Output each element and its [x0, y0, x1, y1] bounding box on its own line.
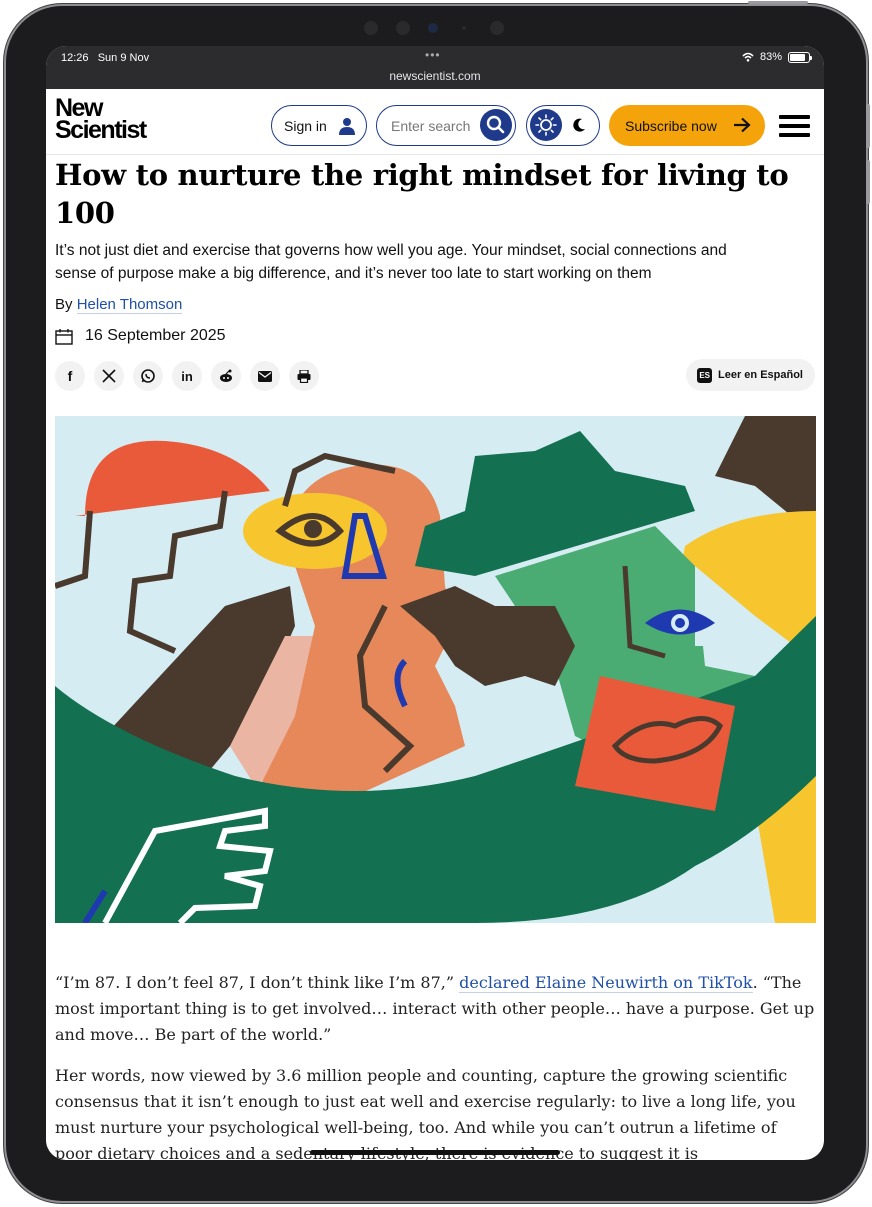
facebook-icon[interactable]: f	[55, 361, 85, 391]
status-time: 12:26 Sun 9 Nov	[61, 52, 150, 64]
whatsapp-icon[interactable]	[133, 361, 163, 391]
body-paragraph: Her words, now viewed by 3.6 million peo…	[55, 1066, 796, 1160]
read-in-spanish-label: Leer en Español	[718, 369, 803, 381]
byline-prefix: By	[55, 296, 73, 313]
subscribe-button[interactable]: Subscribe now	[609, 105, 765, 146]
search-icon	[486, 115, 505, 134]
article-body: “I’m 87. I don’t feel 87, I don’t think …	[55, 970, 817, 1160]
sign-in-button[interactable]: Sign in	[271, 105, 367, 146]
search-input[interactable]: Enter search	[376, 105, 516, 146]
status-indicators: 83%	[742, 51, 812, 63]
linkedin-icon[interactable]: in	[172, 361, 202, 391]
byline: By Helen Thomson	[55, 296, 815, 314]
home-indicator[interactable]	[310, 1150, 560, 1155]
volume-down-button	[866, 160, 870, 204]
status-date: Sun 9 Nov	[97, 52, 150, 64]
email-icon[interactable]	[250, 361, 280, 391]
es-badge: ES	[697, 367, 713, 383]
reddit-icon[interactable]	[211, 361, 241, 391]
article-hero-illustration	[55, 416, 816, 923]
tiktok-link[interactable]: declared Elaine Neuwirth on TikTok	[459, 973, 753, 993]
light-mode-button[interactable]	[530, 109, 562, 141]
volume-up-button	[866, 104, 870, 148]
camera-bar	[364, 16, 524, 40]
article-header: How to nurture the right mindset for liv…	[55, 156, 815, 393]
user-icon	[338, 117, 355, 135]
hamburger-menu-icon[interactable]	[779, 115, 810, 137]
print-icon[interactable]	[289, 361, 319, 391]
logo-line-2: Scientist	[55, 116, 147, 144]
new-scientist-logo[interactable]: New Scientist	[55, 96, 147, 144]
battery-percent: 83%	[759, 51, 782, 63]
author-link[interactable]: Helen Thomson	[76, 296, 183, 314]
x-icon[interactable]	[94, 361, 124, 391]
search-button[interactable]	[480, 109, 512, 141]
share-bar: f in ES Leer en Español	[55, 359, 815, 393]
calendar-icon	[55, 328, 73, 345]
sun-icon	[535, 114, 557, 136]
wifi-icon	[742, 52, 754, 62]
article-headline: How to nurture the right mindset for liv…	[55, 158, 789, 230]
publish-date: 16 September 2025	[55, 327, 815, 345]
moon-icon[interactable]	[571, 117, 587, 133]
search-placeholder: Enter search	[391, 117, 471, 134]
subscribe-label: Subscribe now	[625, 117, 717, 134]
url-bar[interactable]: newscientist.com	[46, 69, 824, 83]
battery-icon	[788, 51, 812, 63]
screen: 12:26 Sun 9 Nov ••• 83% newscientist.com…	[46, 46, 824, 1160]
sign-in-label: Sign in	[284, 117, 327, 134]
theme-toggle[interactable]	[526, 105, 600, 146]
arrow-right-icon	[734, 117, 751, 133]
top-button	[748, 1, 808, 4]
browser-top-bar: 12:26 Sun 9 Nov ••• 83% newscientist.com	[46, 46, 824, 89]
publish-date-text: 16 September 2025	[85, 327, 226, 344]
body-paragraph: “I’m 87. I don’t feel 87, I don’t think …	[55, 973, 815, 1044]
read-in-spanish-button[interactable]: ES Leer en Español	[686, 359, 815, 391]
more-dots-icon[interactable]: •••	[425, 48, 441, 62]
site-header: New Scientist Sign in Enter search Subsc…	[46, 89, 824, 155]
article-standfirst: It’s not just diet and exercise that gov…	[55, 242, 727, 282]
